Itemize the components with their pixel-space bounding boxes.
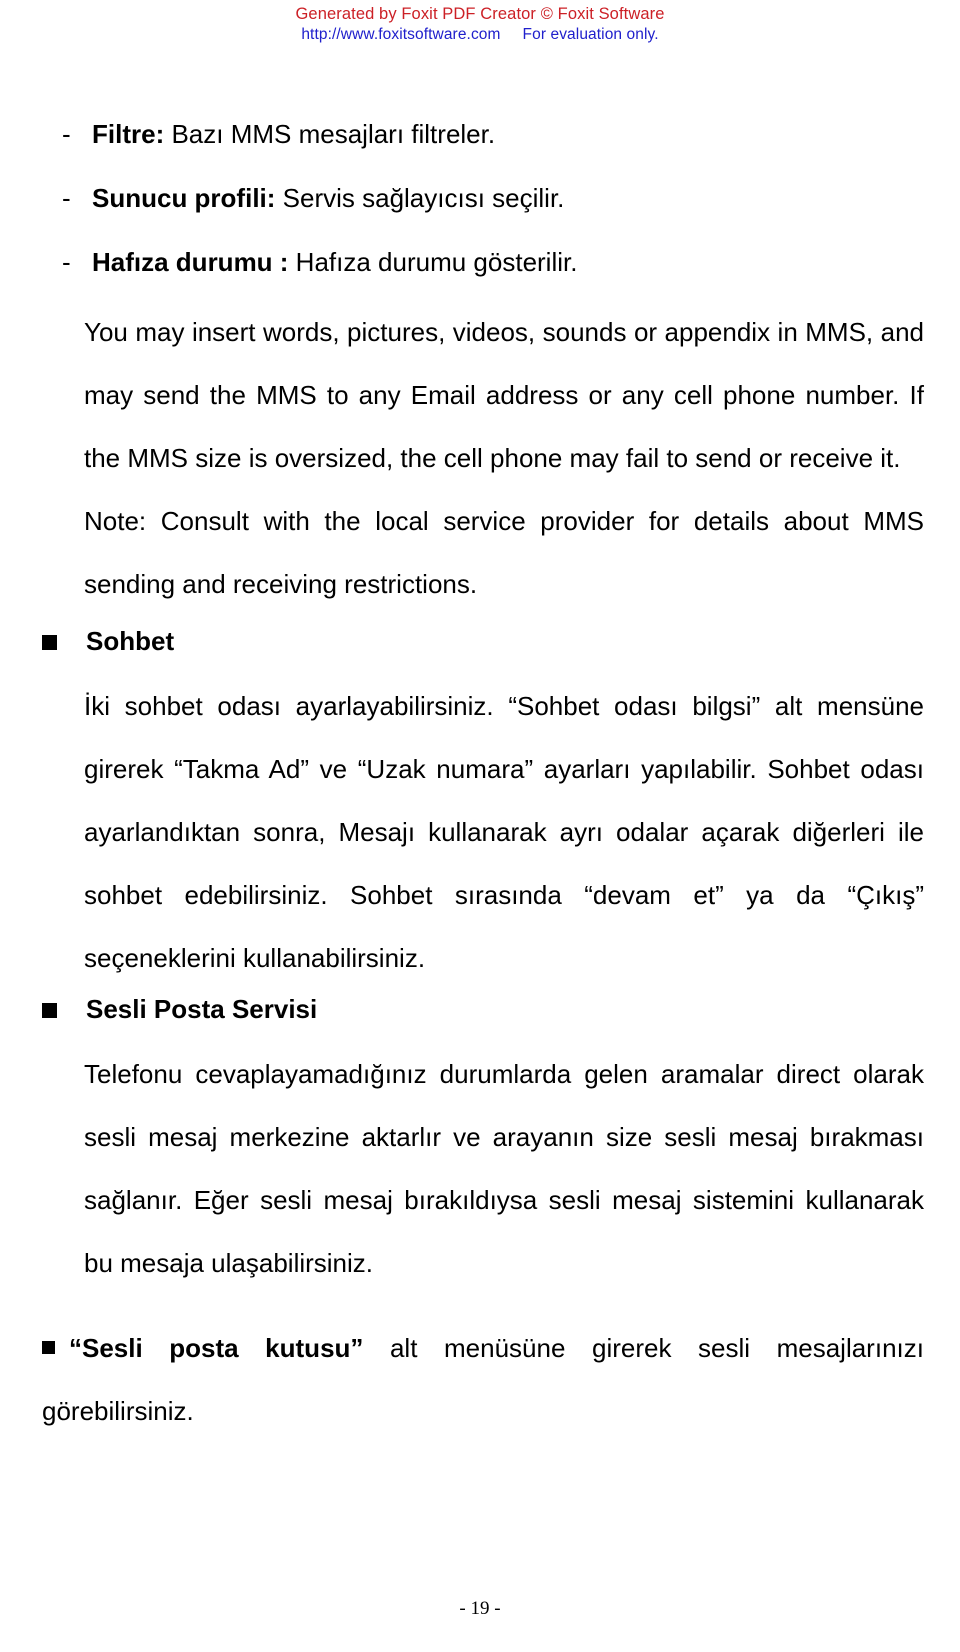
square-bullet-icon <box>42 1003 57 1019</box>
foxit-watermark-note: For evaluation only. <box>522 26 659 44</box>
list-item-text: Sunucu profili: Servis sağlayıcısı seçil… <box>92 182 924 216</box>
paragraph-mms-body: You may insert words, pictures, videos, … <box>84 317 924 474</box>
paragraph-mms-note: Note: Consult with the local service pro… <box>84 506 924 600</box>
list-item-label: Hafıza durumu : <box>92 246 289 277</box>
content-column: - Filtre: Bazı MMS mesajları filtreler. … <box>34 118 924 1443</box>
heading-sohbet: Sohbet <box>34 626 924 657</box>
list-item: - Filtre: Bazı MMS mesajları filtreler. <box>34 118 924 152</box>
foxit-watermark-line2: http://www.foxitsoftware.com For evaluati… <box>0 25 960 45</box>
dash-bullet-icon: - <box>62 182 71 213</box>
list-item-text: Filtre: Bazı MMS mesajları filtreler. <box>92 118 924 152</box>
list-item: - Hafıza durumu : Hafıza durumu gösteril… <box>34 246 924 280</box>
foxit-watermark-header: Generated by Foxit PDF Creator © Foxit S… <box>0 0 960 45</box>
square-bullet-icon <box>42 1341 55 1355</box>
heading-sesli-posta-servisi: Sesli Posta Servisi <box>34 994 924 1025</box>
list-item-description: Hafıza durumu gösterilir. <box>288 246 578 277</box>
list-item-description: Bazı MMS mesajları filtreler. <box>164 119 496 149</box>
page-number: - 19 - <box>459 1598 501 1619</box>
heading-sesli-posta-servisi-label: Sesli Posta Servisi <box>86 994 318 1025</box>
paragraph-sohbet-body: İki sohbet odası ayarlayabilirsiniz. “So… <box>84 691 924 974</box>
square-bullet-icon <box>42 635 57 651</box>
list-item-description: Servis sağlayıcısı seçilir. <box>275 182 565 213</box>
quoted-menu-name: “Sesli posta kutusu” <box>69 1333 364 1364</box>
list-item-text: Hafıza durumu : Hafıza durumu gösterilir… <box>92 246 924 280</box>
list-item-label: Filtre: <box>92 119 165 149</box>
list-item: - Sunucu profili: Servis sağlayıcısı seç… <box>34 182 924 216</box>
paragraph-sesli-body: Telefonu cevaplayamadığınız durumlarda g… <box>84 1059 924 1279</box>
heading-sohbet-label: Sohbet <box>86 626 175 657</box>
paragraph-sesli-posta-kutusu: “Sesli posta kutusu” alt menüsüne girere… <box>34 1317 924 1443</box>
foxit-watermark-url: http://www.foxitsoftware.com <box>301 26 501 44</box>
list-item-label: Sunucu profili: <box>92 182 276 213</box>
document-page-body: - Filtre: Bazı MMS mesajları filtreler. … <box>0 118 960 1443</box>
dash-bullet-icon: - <box>62 119 71 149</box>
foxit-watermark-line1: Generated by Foxit PDF Creator © Foxit S… <box>295 5 665 23</box>
dash-bullet-icon: - <box>62 246 71 277</box>
